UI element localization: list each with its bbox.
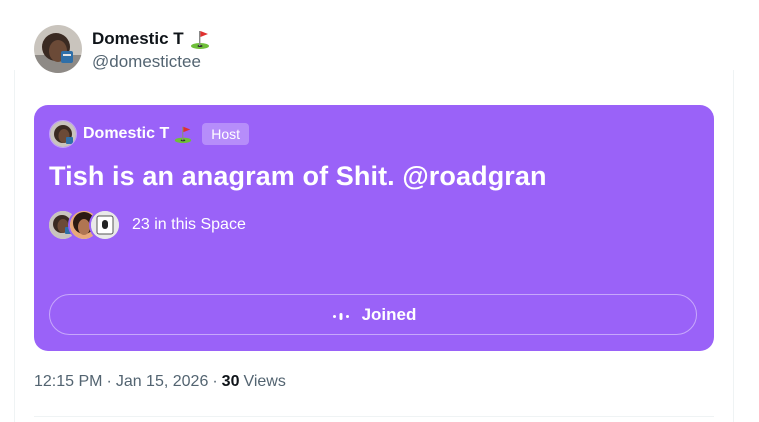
golf-flag-icon: [189, 28, 211, 50]
divider: [34, 416, 714, 417]
golf-flag-icon: [173, 124, 193, 144]
column-border-right: [733, 70, 734, 422]
author-name[interactable]: Domestic T: [92, 29, 184, 49]
tweet-detail: Domestic T @domestictee Domestic T Host …: [0, 0, 759, 422]
column-border-left: [14, 70, 15, 422]
host-name: Domestic T: [83, 125, 170, 142]
tweet-date[interactable]: Jan 15, 2026: [116, 373, 209, 391]
space-title: Tish is an anagram of Shit. @roadgran: [49, 161, 547, 191]
tweet-meta: 12:15 PM · Jan 15, 2026 · 30 Views: [34, 373, 286, 391]
author-handle[interactable]: @domestictee: [92, 52, 211, 72]
author-avatar[interactable]: [34, 25, 82, 73]
host-avatar: [49, 120, 77, 148]
joined-button[interactable]: Joined: [49, 294, 697, 335]
meta-separator: ·: [212, 373, 218, 390]
listeners-count: 23 in this Space: [132, 216, 246, 233]
space-card[interactable]: Domestic T Host Tish is an anagram of Sh…: [34, 105, 714, 351]
space-host: Domestic T Host: [49, 120, 250, 148]
joined-label: Joined: [361, 304, 417, 324]
space-listeners: 23 in this Space: [47, 209, 246, 241]
views-label: Views: [243, 373, 286, 390]
meta-separator: ·: [106, 373, 112, 390]
tweet-time[interactable]: 12:15 PM: [34, 373, 102, 391]
tweet-author: Domestic T @domestictee: [34, 25, 211, 73]
views-count: 30: [221, 373, 240, 390]
listener-avatar: [89, 209, 121, 241]
audio-dots-icon: [330, 309, 352, 321]
host-badge: Host: [202, 123, 250, 145]
